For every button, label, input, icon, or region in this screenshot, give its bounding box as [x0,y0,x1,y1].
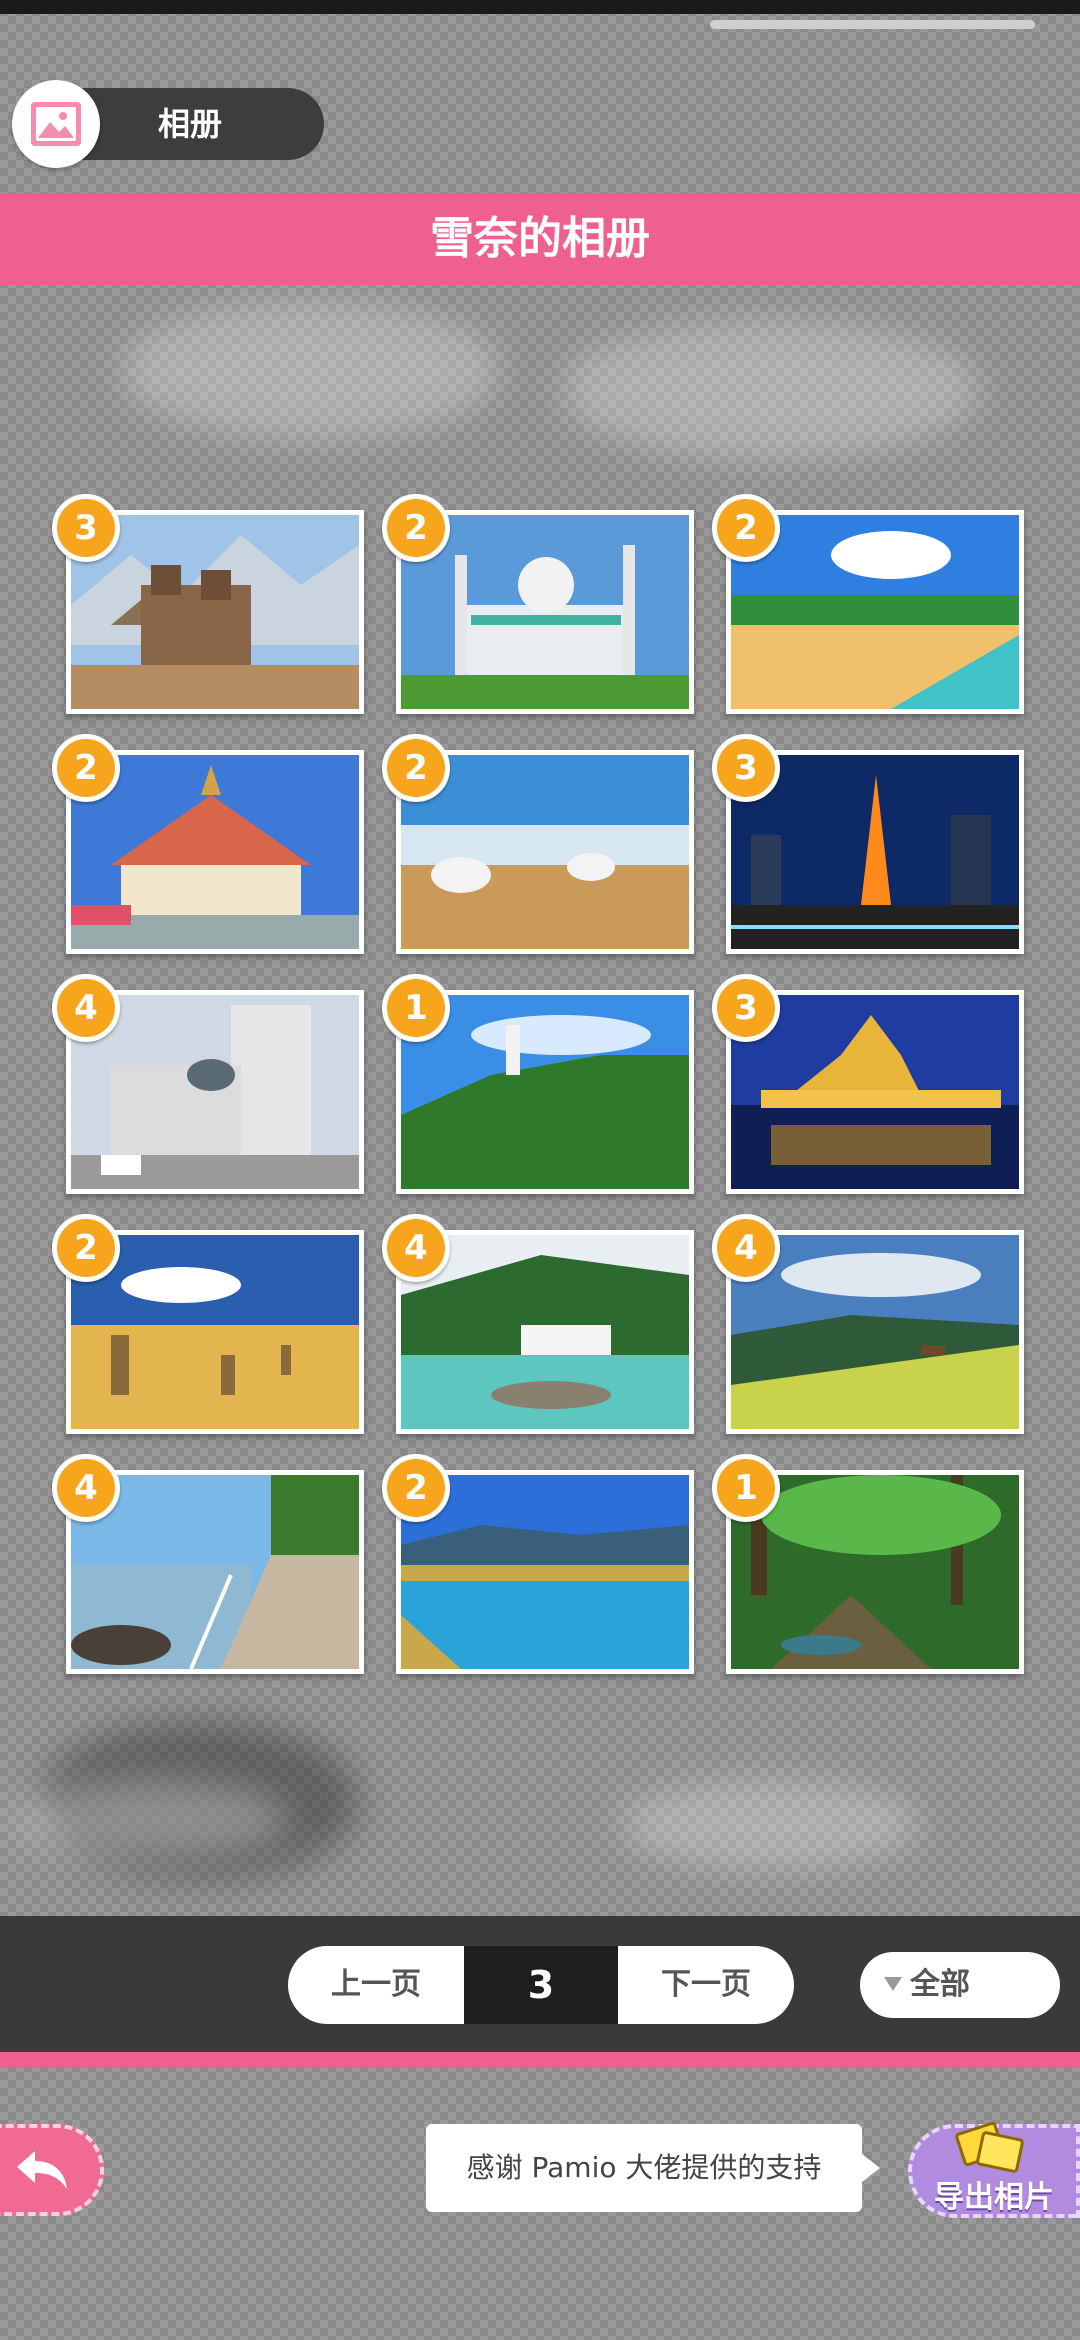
photo-count-badge: 4 [52,974,120,1042]
photo-count-badge: 4 [712,1214,780,1282]
photo-card[interactable]: 3 [712,974,1024,1194]
photo-count-badge: 2 [52,734,120,802]
bg-blur [120,300,500,440]
photo-count-badge: 2 [712,494,780,562]
photo-count-badge: 2 [382,1454,450,1522]
current-page-number: 3 [464,1946,618,2024]
next-page-button[interactable]: 下一页 [618,1946,794,2024]
photo-card[interactable]: 4 [382,1214,694,1434]
photo-count-badge: 1 [712,1454,780,1522]
photo-card[interactable]: 1 [382,974,694,1194]
photo-count-badge: 4 [382,1214,450,1282]
back-arrow-icon [17,2151,67,2189]
photo-card[interactable]: 4 [712,1214,1024,1434]
album-banner-title: 雪奈的相册 [0,193,1080,285]
photo-card[interactable]: 2 [382,494,694,714]
filter-label: 全部 [910,1967,970,2002]
album-title: 相册 [157,105,222,143]
gesture-handle [710,20,1035,29]
photo-card[interactable]: 2 [52,1214,364,1434]
photo-card[interactable]: 1 [712,1454,1024,1674]
photo-card[interactable]: 4 [52,1454,364,1674]
photos-icon [955,2121,1024,2173]
photo-count-badge: 2 [382,494,450,562]
photo-card[interactable]: 2 [712,494,1024,714]
export-label: 导出相片 [934,2180,1054,2215]
photo-card[interactable]: 2 [52,734,364,954]
back-button[interactable] [0,2124,104,2216]
credits-tooltip: 感谢 Pamio 大佬提供的支持 [426,2124,880,2212]
bg-blur [560,320,980,460]
photo-card[interactable]: 3 [712,734,1024,954]
prev-page-button[interactable]: 上一页 [288,1946,464,2024]
accent-strip [0,2052,1080,2068]
photo-count-badge: 3 [712,734,780,802]
bg-blur [10,1780,290,1860]
photo-count-badge: 2 [52,1214,120,1282]
photo-card[interactable]: 3 [52,494,364,714]
photo-count-badge: 2 [382,734,450,802]
photo-card[interactable]: 2 [382,734,694,954]
dropdown-triangle-icon [884,1977,902,1991]
photo-count-badge: 3 [52,494,120,562]
export-photos-button[interactable]: 导出相片 [908,2121,1080,2218]
photo-card[interactable]: 2 [382,1454,694,1674]
photo-card[interactable]: 4 [52,974,364,1194]
bg-blur [620,1780,920,1870]
photo-count-badge: 4 [52,1454,120,1522]
filter-dropdown[interactable]: 全部 [860,1952,1060,2018]
photo-count-badge: 1 [382,974,450,1042]
gallery-icon[interactable] [12,80,100,168]
status-bar [0,0,1080,14]
photo-count-badge: 3 [712,974,780,1042]
